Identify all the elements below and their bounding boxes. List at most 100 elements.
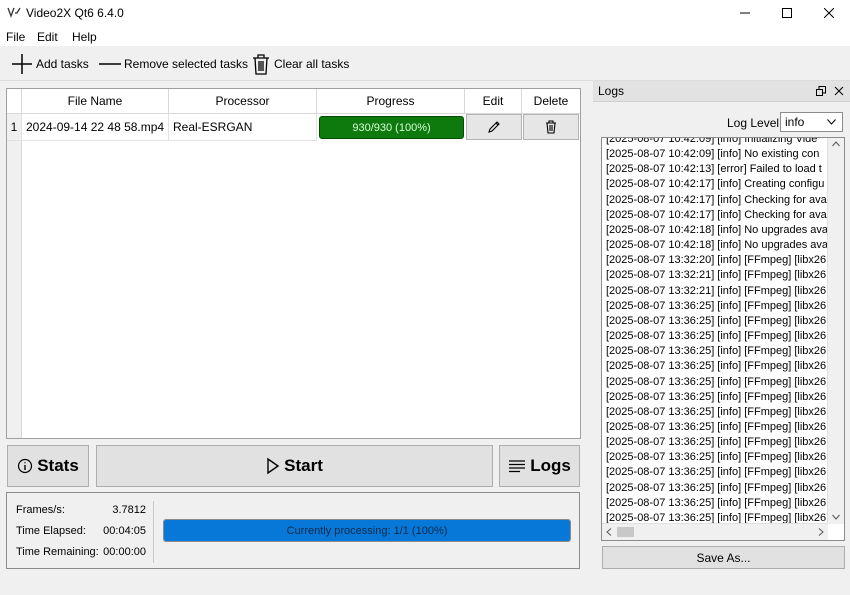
log-line: [2025-08-07 10:42:18] [info] No upgrades… <box>606 239 828 252</box>
log-level-select[interactable]: info <box>780 112 843 132</box>
scroll-right-icon[interactable] <box>818 528 824 536</box>
delete-task-button[interactable] <box>523 114 579 140</box>
menu-help[interactable]: Help <box>72 30 97 44</box>
toolbar: Add tasks Remove selected tasks Clear al… <box>0 47 850 81</box>
header-delete[interactable]: Delete <box>522 89 580 114</box>
close-icon <box>824 8 834 18</box>
header-processor[interactable]: Processor <box>169 89 317 114</box>
close-dock-icon[interactable] <box>834 86 844 96</box>
log-line: [2025-08-07 13:36:25] [info] [FFmpeg] [l… <box>606 436 827 449</box>
log-line: [2025-08-07 13:36:25] [info] [FFmpeg] [l… <box>606 405 827 418</box>
time-remaining-value: 00:00:00 <box>103 546 146 558</box>
add-tasks-label: Add tasks <box>36 56 89 71</box>
logs-label: Logs <box>530 456 571 475</box>
save-as-button[interactable]: Save As... <box>602 546 845 569</box>
log-view[interactable]: [2025-08-07 10:42:09] [info] Initializin… <box>601 137 845 541</box>
log-line: [2025-08-07 10:42:13] [error] Failed to … <box>606 163 822 176</box>
stats-panel: Frames/s: 3.7812 Time Elapsed: 00:04:05 … <box>6 492 580 569</box>
row-progress-bar: 930/930 (100%) <box>319 116 464 139</box>
log-line: [2025-08-07 13:36:25] [info] [FFmpeg] [l… <box>606 360 827 373</box>
maximize-icon <box>782 8 792 18</box>
play-icon <box>267 457 280 475</box>
log-level-label: Log Level <box>727 116 780 130</box>
overall-progress-text: Currently processing: 1/1 (100%) <box>286 524 448 537</box>
trash-icon <box>253 53 269 75</box>
logs-dock-title: Logs <box>598 84 625 98</box>
logs-dock-titlebar: Logs <box>593 81 850 102</box>
chevron-down-icon <box>827 119 836 125</box>
start-button[interactable]: Start <box>96 445 493 487</box>
row-header-column <box>7 113 22 438</box>
scroll-up-icon[interactable] <box>832 141 840 147</box>
log-line: [2025-08-07 13:36:25] [info] [FFmpeg] [l… <box>606 345 827 358</box>
app-logo-icon <box>7 7 21 18</box>
fps-value: 3.7812 <box>112 504 146 516</box>
log-line: [2025-08-07 13:36:25] [info] [FFmpeg] [l… <box>606 466 827 479</box>
add-tasks-button[interactable]: Add tasks <box>10 47 89 80</box>
menu-file[interactable]: File <box>6 30 25 44</box>
row-number: 1 <box>7 114 22 141</box>
overall-progress-bar: Currently processing: 1/1 (100%) <box>163 519 571 542</box>
trash-icon <box>546 120 556 134</box>
log-line: [2025-08-07 10:42:18] [info] No upgrades… <box>606 223 828 236</box>
scroll-left-icon[interactable] <box>606 528 612 536</box>
log-line: [2025-08-07 10:42:09] [info] Initializin… <box>606 137 818 145</box>
window-title: Video2X Qt6 6.4.0 <box>26 6 124 20</box>
cell-processor[interactable]: Real-ESRGAN <box>169 114 317 141</box>
log-line: [2025-08-07 13:36:25] [info] [FFmpeg] [l… <box>606 420 827 433</box>
scroll-down-icon[interactable] <box>832 514 840 520</box>
header-file-name[interactable]: File Name <box>22 89 169 114</box>
header-progress[interactable]: Progress <box>317 89 465 114</box>
log-line: [2025-08-07 13:36:25] [info] [FFmpeg] [l… <box>606 451 827 464</box>
task-table: File Name Processor Progress Edit Delete… <box>6 88 581 439</box>
maximize-button[interactable] <box>764 0 810 26</box>
log-line: [2025-08-07 13:36:25] [info] [FFmpeg] [l… <box>606 375 827 388</box>
start-label: Start <box>284 456 323 475</box>
horizontal-scroll-thumb[interactable] <box>617 527 634 537</box>
logs-button[interactable]: Logs <box>499 445 580 487</box>
log-lines: [2025-08-07 10:42:09] [info] Initializin… <box>606 137 832 526</box>
log-line: [2025-08-07 10:42:17] [info] Creating co… <box>606 178 825 191</box>
info-icon <box>18 458 33 474</box>
remove-tasks-label: Remove selected tasks <box>124 56 249 71</box>
close-window-button[interactable] <box>806 0 850 26</box>
log-level-value: info <box>785 115 805 129</box>
time-elapsed-label: Time Elapsed: <box>16 525 86 537</box>
log-line: [2025-08-07 13:32:21] [info] [FFmpeg] [l… <box>606 269 827 282</box>
fps-label: Frames/s: <box>16 504 65 516</box>
log-line: [2025-08-07 10:42:17] [info] Checking fo… <box>606 208 827 221</box>
remove-selected-tasks-button[interactable]: Remove selected tasks <box>98 47 248 80</box>
stats-divider <box>153 501 154 563</box>
float-dock-icon[interactable] <box>816 86 826 96</box>
pencil-icon <box>488 121 500 133</box>
cell-file-name[interactable]: 2024-09-14 22 48 58.mp4 <box>22 114 169 141</box>
minimize-button[interactable] <box>722 0 768 26</box>
log-horizontal-scrollbar[interactable] <box>602 523 828 540</box>
log-line: [2025-08-07 13:36:25] [info] [FFmpeg] [l… <box>606 481 827 494</box>
log-line: [2025-08-07 13:36:25] [info] [FFmpeg] [l… <box>606 496 827 509</box>
header-edit[interactable]: Edit <box>465 89 522 114</box>
menu-bar: File Edit Help <box>0 26 850 46</box>
log-line: [2025-08-07 13:36:25] [info] [FFmpeg] [l… <box>606 390 827 403</box>
stats-button[interactable]: Stats <box>7 445 89 487</box>
logs-list-icon <box>509 460 526 473</box>
log-vertical-scrollbar[interactable] <box>827 138 844 524</box>
time-elapsed-value: 00:04:05 <box>103 525 146 537</box>
menu-edit[interactable]: Edit <box>37 30 58 44</box>
log-line: [2025-08-07 10:42:09] [info] No existing… <box>606 148 820 161</box>
row-progress-text: 930/930 (100%) <box>352 121 431 134</box>
log-line: [2025-08-07 13:36:25] [info] [FFmpeg] [l… <box>606 330 827 343</box>
log-line: [2025-08-07 13:32:20] [info] [FFmpeg] [l… <box>606 254 827 267</box>
stats-label: Stats <box>37 456 79 475</box>
clear-tasks-label: Clear all tasks <box>274 56 350 71</box>
log-line: [2025-08-07 13:32:21] [info] [FFmpeg] [l… <box>606 284 827 297</box>
log-line: [2025-08-07 10:42:17] [info] Checking fo… <box>606 193 827 206</box>
title-bar: Video2X Qt6 6.4.0 <box>0 0 850 26</box>
minimize-icon <box>740 12 750 14</box>
clear-all-tasks-button[interactable]: Clear all tasks <box>250 47 349 80</box>
plus-icon <box>12 53 32 74</box>
edit-task-button[interactable] <box>466 114 522 140</box>
time-remaining-label: Time Remaining: <box>16 546 99 558</box>
minus-icon <box>99 62 121 65</box>
corner-header <box>7 89 22 114</box>
